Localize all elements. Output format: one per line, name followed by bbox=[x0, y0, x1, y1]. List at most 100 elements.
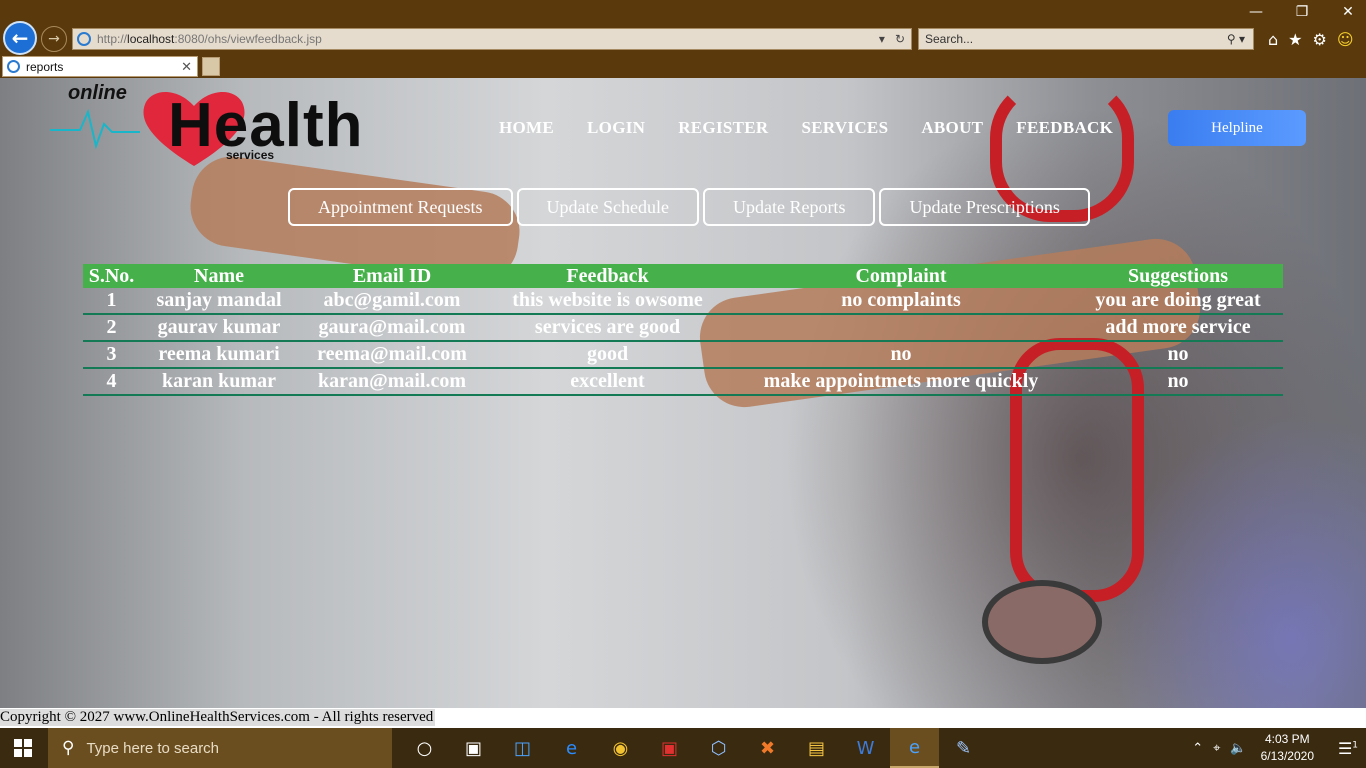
clock-date: 6/13/2020 bbox=[1260, 749, 1314, 763]
cell-complaint bbox=[729, 314, 1073, 342]
address-bar[interactable]: http://localhost:8080/ohs/viewfeedback.j… bbox=[72, 28, 912, 50]
cell-email: reema@mail.com bbox=[298, 341, 486, 369]
virtualbox-icon[interactable]: ⬡ bbox=[694, 728, 743, 768]
header-complaint: Complaint bbox=[729, 264, 1073, 288]
nav-feedback[interactable]: FEEDBACK bbox=[1016, 118, 1113, 138]
update-prescriptions-button[interactable]: Update Prescriptions bbox=[879, 188, 1090, 226]
taskbar-search-placeholder: Type here to search bbox=[86, 739, 220, 757]
windows-start-icon[interactable] bbox=[14, 739, 32, 757]
url-path: :8080/ohs/viewfeedback.jsp bbox=[174, 32, 322, 46]
wifi-icon[interactable]: ⌖ bbox=[1213, 741, 1220, 756]
notification-count: 1 bbox=[1352, 740, 1359, 751]
close-icon[interactable]: ✕ bbox=[1340, 4, 1356, 20]
cell-email: karan@mail.com bbox=[298, 368, 486, 396]
site-logo[interactable]: online Health services bbox=[50, 82, 420, 166]
header-sno: S.No. bbox=[83, 264, 140, 288]
pulse-line-icon bbox=[50, 108, 140, 150]
task-view-icon[interactable]: ▣ bbox=[449, 728, 498, 768]
header-name: Name bbox=[140, 264, 298, 288]
background-stethoscope-head bbox=[982, 580, 1102, 664]
page-footer: Copyright © 2027 www.OnlineHealthService… bbox=[0, 708, 1366, 728]
chrome-icon[interactable]: ◉ bbox=[596, 728, 645, 768]
browser-tab[interactable]: reports ✕ bbox=[2, 56, 198, 77]
new-tab-button[interactable] bbox=[202, 57, 220, 76]
dropdown-arrow-icon[interactable]: ▾ bbox=[879, 32, 885, 46]
cortana-icon[interactable]: ○ bbox=[400, 728, 449, 768]
smiley-icon[interactable]: ☺ bbox=[1337, 30, 1354, 49]
notification-icon[interactable]: ☰1 bbox=[1330, 739, 1366, 758]
cell-email: abc@gamil.com bbox=[298, 288, 486, 315]
cell-sno: 3 bbox=[83, 341, 140, 369]
back-arrow-icon[interactable]: ← bbox=[3, 21, 37, 55]
cell-complaint: no bbox=[729, 341, 1073, 369]
windows-taskbar: ⚲ Type here to search ○ ▣ ◫ e ◉ ▣ ⬡ ✖ ▤ … bbox=[0, 728, 1366, 768]
refresh-icon[interactable]: ↻ bbox=[895, 32, 905, 46]
cell-feedback: excellent bbox=[486, 368, 729, 396]
browser-chrome: — ❐ ✕ ← → http://localhost:8080/ohs/view… bbox=[0, 0, 1366, 78]
nav-register[interactable]: REGISTER bbox=[678, 118, 768, 138]
update-schedule-button[interactable]: Update Schedule bbox=[516, 188, 699, 226]
main-nav: HOME LOGIN REGISTER SERVICES ABOUT FEEDB… bbox=[499, 118, 1146, 138]
taskbar-apps: ○ ▣ ◫ e ◉ ▣ ⬡ ✖ ▤ W e ✎ bbox=[400, 728, 988, 768]
header-suggestions: Suggestions bbox=[1073, 264, 1283, 288]
forward-arrow-icon[interactable]: → bbox=[41, 26, 67, 52]
cell-sno: 2 bbox=[83, 314, 140, 342]
file-explorer-icon[interactable]: ▤ bbox=[792, 728, 841, 768]
star-icon[interactable]: ★ bbox=[1288, 30, 1302, 49]
word-icon[interactable]: W bbox=[841, 728, 890, 768]
system-tray: ⌃ ⌖ 🔈 4:03 PM 6/13/2020 ☰1 bbox=[1192, 728, 1366, 768]
cell-complaint: make appointmets more quickly bbox=[729, 368, 1073, 396]
clock-time: 4:03 PM bbox=[1264, 732, 1310, 746]
paint-icon[interactable]: ✎ bbox=[939, 728, 988, 768]
header-email: Email ID bbox=[298, 264, 486, 288]
url-prefix: http:// bbox=[97, 32, 128, 46]
cell-feedback: services are good bbox=[486, 314, 729, 342]
cell-suggestions: you are doing great bbox=[1073, 288, 1283, 315]
ie-tab-icon bbox=[7, 60, 20, 73]
chevron-up-icon[interactable]: ⌃ bbox=[1192, 741, 1203, 756]
tab-close-icon[interactable]: ✕ bbox=[181, 59, 192, 75]
taskbar-search[interactable]: ⚲ Type here to search bbox=[48, 728, 392, 768]
cell-suggestions: no bbox=[1073, 341, 1283, 369]
logo-services-text: services bbox=[226, 148, 275, 162]
restore-icon[interactable]: ❐ bbox=[1294, 4, 1310, 20]
xampp-icon[interactable]: ✖ bbox=[743, 728, 792, 768]
feedback-table: S.No. Name Email ID Feedback Complaint S… bbox=[83, 264, 1283, 396]
table-header-row: S.No. Name Email ID Feedback Complaint S… bbox=[83, 264, 1283, 288]
appointment-requests-button[interactable]: Appointment Requests bbox=[288, 188, 513, 226]
nav-services[interactable]: SERVICES bbox=[801, 118, 888, 138]
cell-name: sanjay mandal bbox=[140, 288, 298, 315]
table-row: 3 reema kumari reema@mail.com good no no bbox=[83, 341, 1283, 369]
window-controls: — ❐ ✕ bbox=[1248, 4, 1356, 20]
edge-icon[interactable]: e bbox=[547, 728, 596, 768]
cell-sno: 4 bbox=[83, 368, 140, 396]
computer-icon[interactable]: ◫ bbox=[498, 728, 547, 768]
cell-sno: 1 bbox=[83, 288, 140, 315]
taskbar-clock[interactable]: 4:03 PM 6/13/2020 bbox=[1261, 731, 1314, 765]
cell-email: gaura@mail.com bbox=[298, 314, 486, 342]
volume-icon[interactable]: 🔈 bbox=[1230, 741, 1246, 756]
cell-name: karan kumar bbox=[140, 368, 298, 396]
doctor-subnav: Appointment Requests Update Schedule Upd… bbox=[288, 188, 1090, 226]
page-content: online Health services HOME LOGIN REGIST… bbox=[0, 78, 1366, 708]
copyright-text: Copyright © 2027 www.OnlineHealthService… bbox=[0, 709, 436, 726]
minimize-icon[interactable]: — bbox=[1248, 4, 1264, 20]
nav-home[interactable]: HOME bbox=[499, 118, 554, 138]
cell-suggestions: add more service bbox=[1073, 314, 1283, 342]
browser-search-placeholder: Search... bbox=[925, 32, 974, 46]
header-feedback: Feedback bbox=[486, 264, 729, 288]
browser-search-box[interactable]: Search... ⚲ ▾ bbox=[918, 28, 1254, 50]
gear-icon[interactable]: ⚙ bbox=[1313, 30, 1327, 49]
table-row: 1 sanjay mandal abc@gamil.com this websi… bbox=[83, 288, 1283, 315]
nav-login[interactable]: LOGIN bbox=[587, 118, 645, 138]
helpline-button[interactable]: Helpline bbox=[1168, 110, 1306, 146]
cell-name: gaurav kumar bbox=[140, 314, 298, 342]
home-icon[interactable]: ⌂ bbox=[1268, 30, 1278, 49]
table-row: 2 gaurav kumar gaura@mail.com services a… bbox=[83, 314, 1283, 342]
cell-complaint: no complaints bbox=[729, 288, 1073, 315]
nav-about[interactable]: ABOUT bbox=[921, 118, 983, 138]
search-icon[interactable]: ⚲ ▾ bbox=[1227, 32, 1245, 46]
internet-explorer-icon[interactable]: e bbox=[890, 728, 939, 768]
update-reports-button[interactable]: Update Reports bbox=[702, 188, 876, 226]
app-red-icon[interactable]: ▣ bbox=[645, 728, 694, 768]
